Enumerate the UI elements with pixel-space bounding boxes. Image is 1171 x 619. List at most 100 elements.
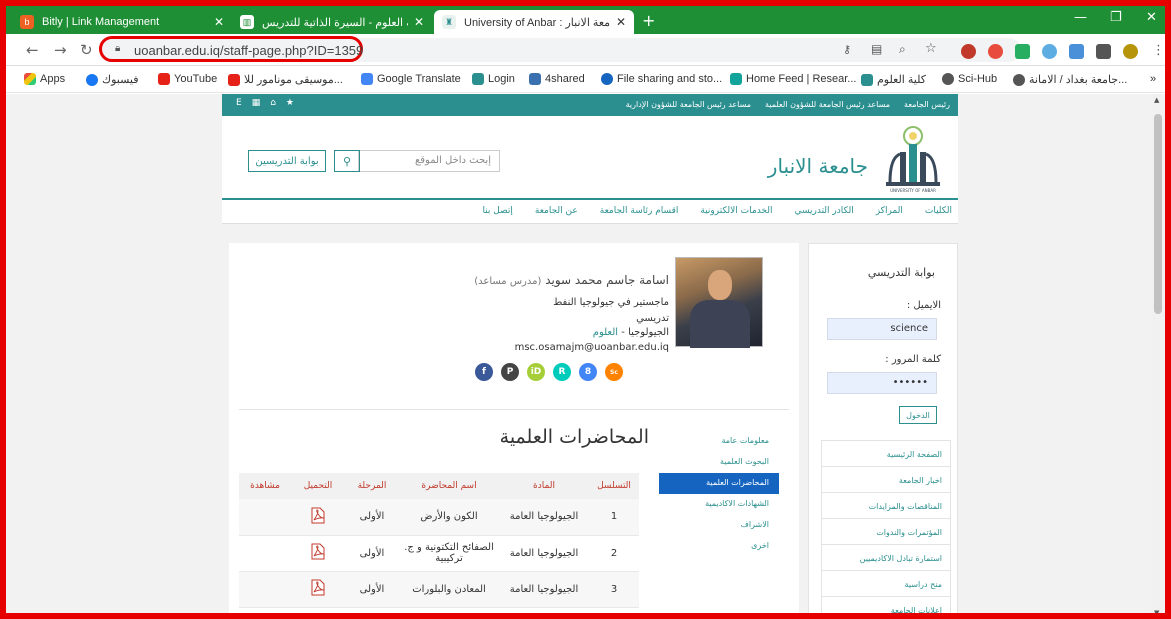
nav-colleges[interactable]: الكليات xyxy=(925,206,952,216)
tab-bitly[interactable]: b Bitly | Link Management ✕ xyxy=(12,10,232,34)
menu-announcements[interactable]: إعلانات الجامعة xyxy=(822,597,950,613)
university-logo-icon: UNIVERSITY OF ANBAR xyxy=(886,126,940,193)
bookmark-label: جامعة بغداد / الامانة... xyxy=(1029,74,1128,86)
bitly-favicon-icon: b xyxy=(20,15,34,29)
shield-extension-icon[interactable] xyxy=(1015,44,1030,59)
cell-lecture: المعادن والبلورات xyxy=(399,571,499,608)
nav-teaching-staff[interactable]: الكادر التدريسي xyxy=(794,206,853,216)
target-extension-icon[interactable] xyxy=(1042,44,1057,59)
bookmark-label: Apps xyxy=(40,73,66,85)
publons-icon[interactable]: P xyxy=(501,363,519,381)
table-header-row: التسلسل المادة اسم المحاضرة المرحلة التح… xyxy=(239,473,639,499)
nav-eservices[interactable]: الخدمات الالكترونية xyxy=(700,206,772,216)
cell-seq: 2 xyxy=(589,535,639,572)
key-icon[interactable]: ⚷ xyxy=(843,43,851,56)
menu-tenders[interactable]: المناقصات والمزايدات xyxy=(822,493,950,519)
pdf-icon[interactable] xyxy=(311,579,325,596)
close-tab-icon[interactable]: ✕ xyxy=(414,15,424,29)
bookmark-facebook[interactable]: فيسبوك xyxy=(86,73,138,86)
apps-grid-icon xyxy=(24,73,36,85)
profile-email[interactable]: msc.osamajm@uoanbar.edu.iq xyxy=(369,342,669,353)
side-menu-certificates[interactable]: الشهادات الاكاديمية xyxy=(659,494,779,515)
profile-avatar-icon[interactable] xyxy=(1123,44,1138,59)
scopus-icon[interactable]: Sc xyxy=(605,363,623,381)
bookmark-file-sharing[interactable]: File sharing and sto... xyxy=(601,73,722,85)
zoom-icon[interactable]: ⌕ xyxy=(899,42,906,57)
faculty-portal-button[interactable]: بوابة التدريسين xyxy=(248,150,326,172)
menu-home[interactable]: الصفحة الرئيسية xyxy=(822,441,950,467)
favorite-star-icon[interactable]: ★ xyxy=(286,98,294,108)
translate-extension-icon[interactable] xyxy=(1069,44,1084,59)
bookmark-scihub[interactable]: Sci-Hub xyxy=(942,73,997,85)
new-tab-button[interactable]: + xyxy=(642,11,655,30)
side-menu-lectures[interactable]: المحاضرات العلمية xyxy=(659,473,779,494)
tab-science-college[interactable]: ▥ كلية العلوم - السيرة الذاتية للتدريس..… xyxy=(232,10,432,34)
bookmark-label: موسيقى مونامور للا... xyxy=(244,74,343,86)
scroll-thumb[interactable] xyxy=(1154,114,1162,314)
tab-university-of-anbar[interactable]: ♜ University of Anbar : جامعة الانبار ✕ xyxy=(434,10,634,34)
bookmarks-more[interactable]: » xyxy=(1150,73,1156,85)
site-search-input[interactable]: إبحث داخل الموقع xyxy=(358,150,500,172)
english-icon[interactable]: E xyxy=(236,98,242,108)
home-icon[interactable]: ⌂ xyxy=(270,98,276,108)
researchgate-icon[interactable]: R xyxy=(553,363,571,381)
back-icon[interactable]: ← xyxy=(26,41,39,59)
lock-icon[interactable]: 🔒︎ xyxy=(115,43,120,54)
sitemap-icon[interactable]: ▦ xyxy=(252,98,261,108)
bookmark-login[interactable]: Login xyxy=(472,73,515,85)
address-bar[interactable]: 🔒︎ uoanbar.edu.iq/staff-page.php?ID=1359… xyxy=(99,36,1021,62)
bookmark-music[interactable]: موسيقى مونامور للا... xyxy=(228,73,343,86)
bookmark-baghdad[interactable]: جامعة بغداد / الامانة... xyxy=(1013,73,1127,86)
bookmark-star-icon[interactable]: ☆ xyxy=(925,41,937,56)
close-window-icon[interactable]: ✕ xyxy=(1146,10,1157,25)
pdf-icon[interactable] xyxy=(311,543,325,560)
password-field[interactable]: •••••• xyxy=(827,372,937,394)
nav-about[interactable]: عن الجامعة xyxy=(535,206,578,216)
bookmark-college[interactable]: كلية العلوم xyxy=(861,73,926,86)
bookmark-4shared[interactable]: 4shared xyxy=(529,73,585,85)
menu-scholarships[interactable]: منح دراسية xyxy=(822,571,950,597)
nav-contact[interactable]: إتصل بنا xyxy=(482,206,512,216)
bookmark-researchgate[interactable]: Home Feed | Resear... xyxy=(730,73,856,85)
extensions-puzzle-icon[interactable] xyxy=(1096,44,1111,59)
bookmark-apps[interactable]: Apps xyxy=(24,73,65,85)
close-tab-icon[interactable]: ✕ xyxy=(214,15,224,29)
top-link[interactable]: مساعد رئيس الجامعة للشؤون الإدارية xyxy=(626,100,751,109)
menu-conferences[interactable]: المؤتمرات والندوات xyxy=(822,519,950,545)
forward-icon[interactable]: → xyxy=(54,41,67,59)
bookmark-youtube[interactable]: YouTube xyxy=(158,73,217,85)
close-tab-icon[interactable]: ✕ xyxy=(616,15,626,29)
cell-download xyxy=(291,499,345,536)
nav-centers[interactable]: المراكز xyxy=(876,206,903,216)
menu-academic-exchange[interactable]: استمارة تبادل الاكاديميين xyxy=(822,545,950,571)
top-link[interactable]: مساعد رئيس الجامعة للشؤون العلمية xyxy=(765,100,890,109)
menu-news[interactable]: اخبار الجامعة xyxy=(822,467,950,493)
pdf-icon[interactable] xyxy=(311,507,325,524)
orcid-icon[interactable]: iD xyxy=(527,363,545,381)
side-menu-general-info[interactable]: معلومات عامة xyxy=(659,431,779,452)
page-scrollbar[interactable]: ▲ ▼ xyxy=(1151,94,1165,613)
url-text[interactable]: uoanbar.edu.iq/staff-page.php?ID=1359 xyxy=(134,43,363,58)
translate-icon[interactable]: ▤ xyxy=(871,42,882,56)
browser-menu-icon[interactable]: ⋮ xyxy=(1152,43,1165,58)
restore-icon[interactable]: ❐ xyxy=(1110,10,1122,25)
side-menu-other[interactable]: اخرى xyxy=(659,536,779,557)
login-button[interactable]: الدخول xyxy=(899,406,937,424)
search-icon[interactable]: ⚲ xyxy=(334,150,360,172)
cell-download xyxy=(291,535,345,572)
bookmark-google-translate[interactable]: Google Translate xyxy=(361,73,461,85)
opera-icon[interactable] xyxy=(988,44,1003,59)
google-scholar-icon[interactable]: 8 xyxy=(579,363,597,381)
minimize-icon[interactable]: — xyxy=(1074,10,1087,25)
facebook-icon[interactable]: f xyxy=(475,363,493,381)
scroll-down-icon[interactable]: ▼ xyxy=(1154,609,1159,613)
college-link[interactable]: العلوم xyxy=(593,327,618,338)
nav-departments[interactable]: اقسام رئاسة الجامعة xyxy=(600,206,679,216)
side-menu-supervision[interactable]: الاشراف xyxy=(659,515,779,536)
reload-icon[interactable]: ↻ xyxy=(80,41,93,59)
side-menu-research[interactable]: البحوث العلمية xyxy=(659,452,779,473)
adblock-plus-icon[interactable] xyxy=(961,44,976,59)
top-link[interactable]: رئيس الجامعة xyxy=(904,100,950,109)
scroll-up-icon[interactable]: ▲ xyxy=(1154,96,1159,104)
email-field[interactable]: science xyxy=(827,318,937,340)
